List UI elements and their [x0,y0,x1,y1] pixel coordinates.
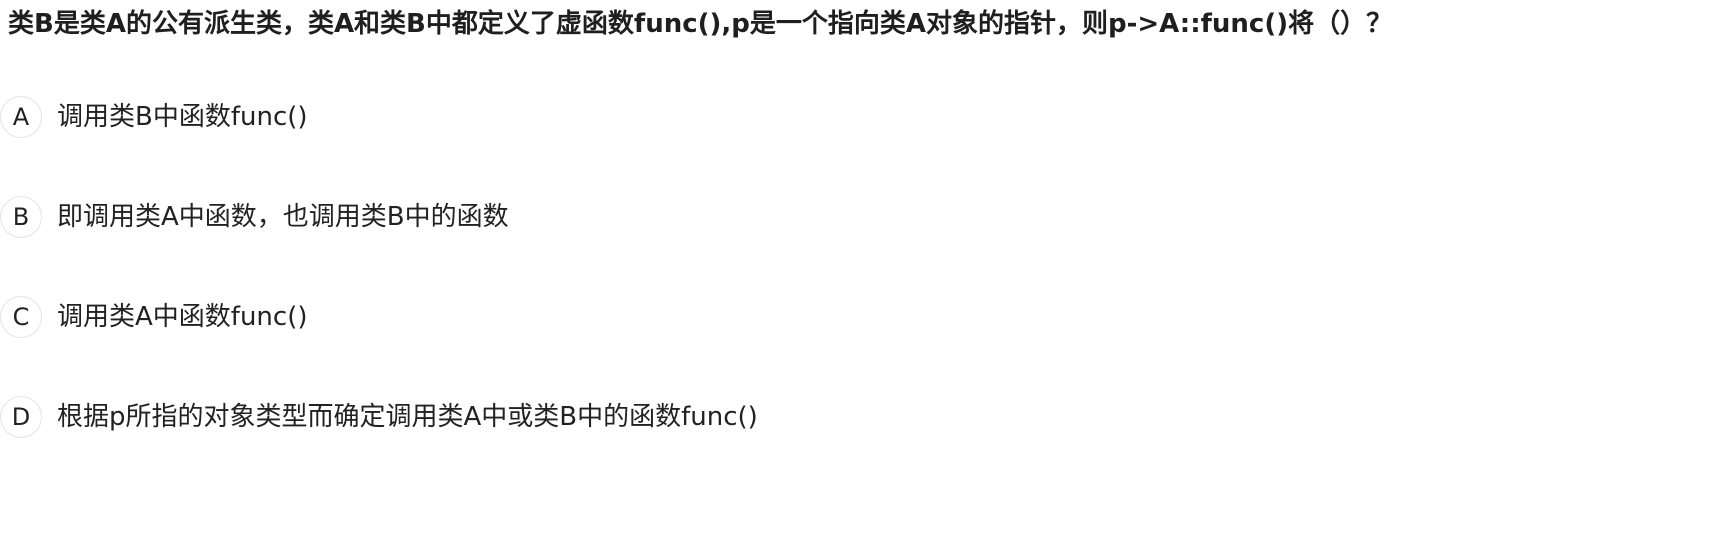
option-d-label: 根据p所指的对象类型而确定调用类A中或类B中的函数func() [57,402,758,432]
option-c-label: 调用类A中函数func() [57,302,308,332]
option-c-letter-badge: C [0,296,42,338]
option-d[interactable]: D 根据p所指的对象类型而确定调用类A中或类B中的函数func() [0,394,758,440]
option-c[interactable]: C 调用类A中函数func() [0,294,307,340]
option-b[interactable]: B 即调用类A中函数，也调用类B中的函数 [0,194,509,240]
option-a-letter-badge: A [0,96,42,138]
option-a[interactable]: A 调用类B中函数func() [0,94,308,140]
option-a-label: 调用类B中函数func() [57,102,308,132]
option-d-letter-badge: D [0,396,42,438]
option-b-label: 即调用类A中函数，也调用类B中的函数 [57,202,509,232]
option-b-letter-badge: B [0,196,42,238]
question-text: 类B是类A的公有派生类，类A和类B中都定义了虚函数func(),p是一个指向类A… [8,9,1393,39]
